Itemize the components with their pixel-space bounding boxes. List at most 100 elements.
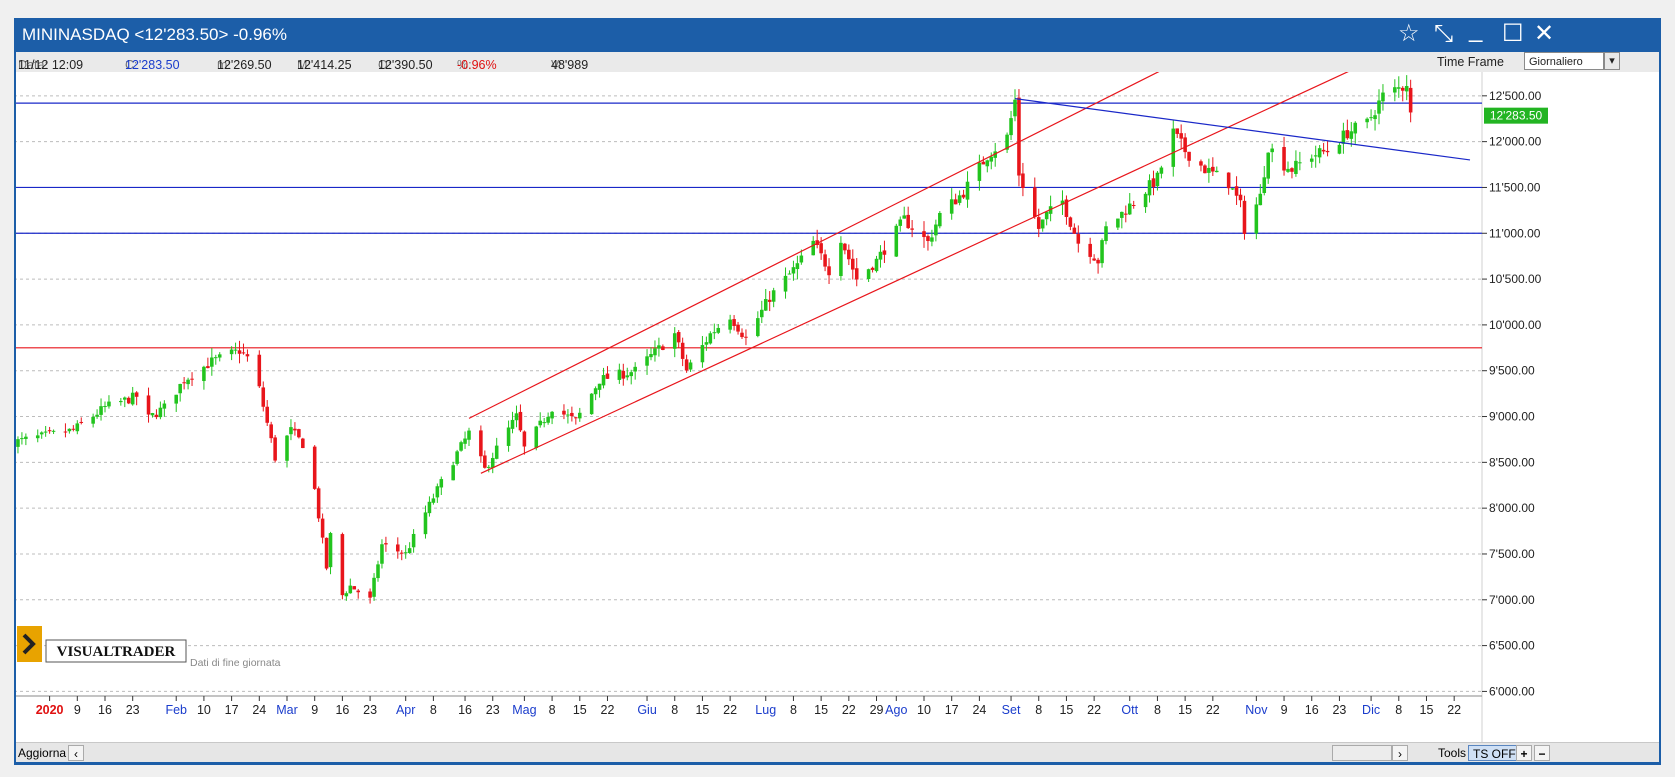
candle-body (107, 401, 111, 407)
x-tick-label: Lug (755, 703, 776, 717)
candle-body (843, 243, 847, 251)
candle-body (851, 258, 855, 270)
candle-body (312, 446, 317, 489)
candle-body (123, 397, 127, 400)
candle-body (316, 488, 321, 519)
candle-body (1404, 86, 1409, 92)
candle (340, 532, 345, 600)
tools-button[interactable]: Tools (1434, 745, 1470, 761)
candle-body (760, 309, 764, 318)
ts-toggle-button[interactable]: TS OFF (1468, 745, 1521, 761)
candle-body (494, 445, 499, 459)
resize-arrow-icon[interactable]: ⤡ (1434, 20, 1453, 48)
candle-body (1230, 188, 1235, 190)
x-tick-label: 22 (601, 703, 615, 717)
maximize-button[interactable]: ☐ (1502, 20, 1524, 48)
timeframe-dropdown-icon[interactable]: ▾ (1604, 52, 1620, 70)
y-tick-label: 9'000.00 (1489, 410, 1535, 424)
candle-body (1258, 193, 1263, 206)
candle-body (1341, 130, 1346, 144)
candle-body (593, 388, 598, 395)
x-tick-label: Set (1002, 703, 1021, 717)
candle-body (1282, 147, 1286, 171)
candle-body (1294, 160, 1298, 174)
candle-body (1036, 217, 1041, 229)
x-tick-label: 8 (549, 703, 556, 717)
timeframe-select[interactable]: Giornaliero (1524, 52, 1604, 70)
candle (938, 211, 942, 229)
candle-body (206, 366, 210, 369)
candle-body (783, 275, 788, 292)
candle-body (716, 327, 721, 333)
candle-body (75, 423, 80, 432)
candle-body (605, 373, 610, 379)
candle-body (1242, 200, 1247, 234)
candle-body (546, 416, 550, 423)
candle-body (1171, 128, 1176, 167)
candle-body (672, 333, 677, 349)
candle-body (1068, 217, 1073, 227)
price-chart[interactable]: 6'000.00 6'500.00 7'000.00 7'500.00 8'000.00… (14, 72, 1661, 742)
candle (839, 236, 843, 281)
candle-body (158, 407, 163, 418)
candle-body (514, 413, 519, 421)
candle-body (874, 258, 879, 272)
candle-body (1076, 234, 1081, 244)
candle-body (233, 349, 238, 351)
candle-body (1353, 122, 1358, 134)
candle-body (795, 263, 800, 270)
candle-body (597, 383, 602, 390)
candle-body (182, 382, 186, 384)
chart-window: MININASDAQ <12'283.50> -0.96% ☆ ⤡ _ ☐ ✕ … (0, 0, 1675, 777)
scroll-left-icon[interactable]: ‹ (68, 745, 84, 761)
last-price-tag-label: 12'283.50 (1490, 109, 1543, 123)
candle-body (126, 397, 131, 404)
quote-info-bar: Data: 11/12 12:09 C: 12'283.50 m: 12'269.… (14, 52, 1661, 73)
zoom-in-button[interactable]: + (1516, 745, 1532, 761)
candle-body (1266, 152, 1270, 179)
candle-body (384, 543, 388, 545)
candle-body (320, 518, 325, 538)
x-tick-label: 15 (814, 703, 828, 717)
candle-body (1179, 133, 1183, 139)
candle-body (1151, 178, 1156, 187)
candle-body (1096, 259, 1100, 264)
candle-body (352, 586, 357, 590)
candle-body (1270, 148, 1274, 153)
x-tick-label: 15 (1178, 703, 1192, 717)
window-frame-left (14, 52, 16, 762)
zoom-out-button[interactable]: − (1534, 745, 1550, 761)
title-bar[interactable]: MININASDAQ <12'283.50> -0.96% ☆ ⤡ _ ☐ ✕ (14, 16, 1661, 52)
close-button[interactable]: ✕ (1534, 20, 1554, 48)
candle-body (625, 375, 630, 378)
candle-body (340, 534, 345, 596)
candle-body (71, 428, 76, 430)
candle-body (16, 439, 20, 447)
candle-body (162, 403, 167, 409)
candle-body (174, 394, 178, 404)
candle-body (878, 251, 883, 260)
candle-body (870, 267, 875, 270)
candle-body (407, 548, 412, 554)
candle-body (1100, 240, 1104, 264)
favorite-star-icon[interactable]: ☆ (1398, 20, 1420, 48)
update-label[interactable]: Aggiorna (16, 745, 70, 761)
candle-body (344, 593, 349, 597)
x-tick-label: 9 (311, 703, 318, 717)
plot-background (14, 72, 1661, 742)
minimize-button[interactable]: _ (1469, 16, 1482, 44)
candle-body (688, 362, 693, 370)
scroll-right-icon[interactable]: › (1392, 745, 1408, 761)
scrollbar-thumb[interactable] (1332, 745, 1392, 761)
x-tick-label: 9 (74, 703, 81, 717)
candle-body (653, 348, 657, 356)
candle-body (633, 366, 637, 372)
candle-body (150, 413, 155, 416)
candle-body (977, 162, 982, 181)
candle-body (297, 429, 301, 438)
candle-body (1345, 130, 1350, 139)
candle-body (902, 215, 906, 219)
candle-body (740, 332, 744, 338)
candle-body (732, 319, 736, 326)
bottom-bar: Aggiorna ‹ › Tools TS OFF + − (14, 742, 1661, 763)
